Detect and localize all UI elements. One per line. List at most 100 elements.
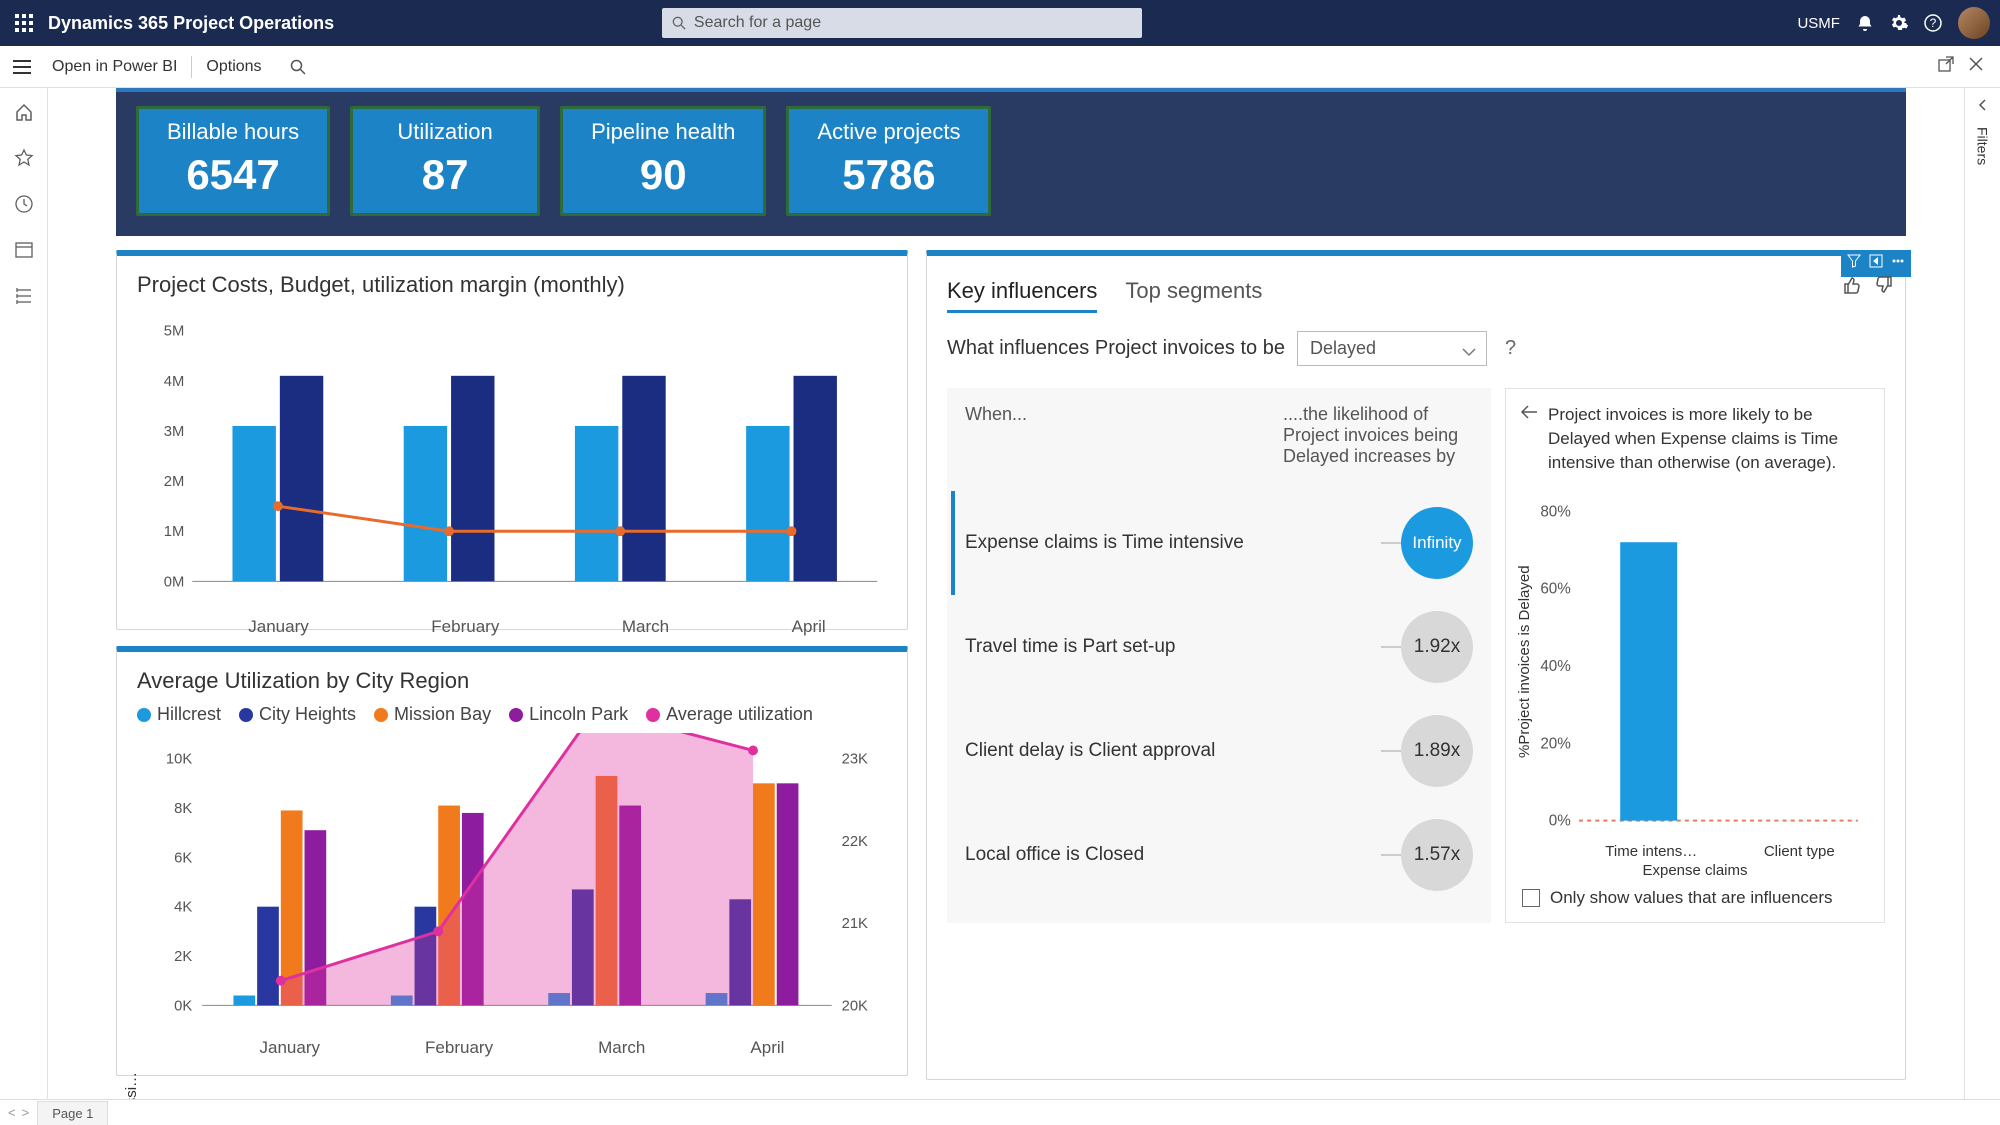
- left-nav: [0, 88, 48, 1099]
- close-icon[interactable]: [1968, 56, 1984, 77]
- svg-text:3M: 3M: [164, 424, 185, 440]
- ki-bubble: Infinity: [1401, 507, 1473, 579]
- tab-top-segments[interactable]: Top segments: [1125, 278, 1262, 313]
- legend-item: City Heights: [239, 704, 356, 725]
- home-icon[interactable]: [12, 100, 36, 124]
- ki-bubble: 1.57x: [1401, 819, 1473, 891]
- ki-influencer-row[interactable]: Travel time is Part set-up 1.92x: [965, 595, 1473, 699]
- company-label[interactable]: USMF: [1797, 15, 1840, 32]
- svg-text:20K: 20K: [842, 998, 868, 1014]
- ki-bubble: 1.92x: [1401, 611, 1473, 683]
- thumbs-down-icon[interactable]: [1873, 274, 1895, 301]
- x-tick: January: [260, 1038, 320, 1058]
- svg-text:2K: 2K: [174, 949, 192, 965]
- app-title: Dynamics 365 Project Operations: [48, 13, 334, 34]
- hamburger-icon[interactable]: [6, 60, 38, 74]
- thumbs-up-icon[interactable]: [1841, 274, 1863, 301]
- kpi-utilization[interactable]: Utilization87: [350, 106, 540, 216]
- svg-text:23K: 23K: [842, 752, 868, 768]
- focus-icon[interactable]: [1869, 254, 1883, 273]
- ki-bubble: 1.89x: [1401, 715, 1473, 787]
- svg-text:6K: 6K: [174, 850, 192, 866]
- legend-item: Average utilization: [646, 704, 813, 725]
- legend-item: Lincoln Park: [509, 704, 628, 725]
- kpi-active-projects[interactable]: Active projects5786: [786, 106, 991, 216]
- options-button[interactable]: Options: [192, 46, 275, 87]
- only-influencers-checkbox[interactable]: [1522, 889, 1540, 907]
- svg-text:10K: 10K: [166, 752, 192, 768]
- filters-pane-collapsed: Filters: [1964, 88, 2000, 1099]
- filters-label[interactable]: Filters: [1975, 127, 1991, 165]
- ki-influencer-row[interactable]: Local office is Closed 1.57x: [965, 803, 1473, 907]
- legend-item: Hillcrest: [137, 704, 221, 725]
- page-tabs: < > Page 1: [0, 1099, 2000, 1125]
- key-influencers-visual[interactable]: Key influencers Top segments What influe…: [926, 250, 1906, 1080]
- svg-text:5M: 5M: [164, 324, 185, 340]
- chart2-svg: 0K 2K 4K 6K 8K 10K 20K 21K 22K 23K: [137, 733, 887, 1033]
- star-icon[interactable]: [12, 146, 36, 170]
- command-bar: Open in Power BI Options: [0, 46, 2000, 88]
- user-avatar[interactable]: [1958, 7, 1990, 39]
- svg-text:40%: 40%: [1540, 658, 1571, 675]
- ki-detail-panel: Project invoices is more likely to be De…: [1505, 388, 1885, 923]
- chart-costs-budget[interactable]: Project Costs, Budget, utilization margi…: [116, 250, 908, 630]
- expand-filters-icon[interactable]: [1976, 98, 1990, 117]
- ki-influencers-list: When.......the likelihood of Project inv…: [947, 388, 1491, 923]
- gear-icon[interactable]: [1890, 14, 1908, 32]
- page-tab-1[interactable]: Page 1: [37, 1101, 108, 1125]
- svg-text:80%: 80%: [1540, 504, 1571, 521]
- kpi-pipeline-health[interactable]: Pipeline health90: [560, 106, 766, 216]
- next-page-icon[interactable]: >: [22, 1105, 30, 1120]
- ki-target-dropdown[interactable]: Delayed: [1297, 331, 1487, 366]
- notifications-icon[interactable]: [1856, 14, 1874, 32]
- x-tick: April: [750, 1038, 784, 1058]
- open-in-power-bi[interactable]: Open in Power BI: [38, 46, 191, 87]
- popout-icon[interactable]: [1938, 56, 1954, 77]
- svg-text:2M: 2M: [164, 474, 185, 490]
- global-header: Dynamics 365 Project Operations Search f…: [0, 0, 2000, 46]
- help-icon[interactable]: ?: [1505, 337, 1516, 360]
- svg-text:?: ?: [1930, 16, 1937, 30]
- cmdbar-search-icon[interactable]: [276, 46, 320, 87]
- ki-influencer-row[interactable]: Client delay is Client approval 1.89x: [965, 699, 1473, 803]
- x-tick: April: [792, 617, 826, 637]
- global-search[interactable]: Search for a page: [662, 8, 1142, 38]
- kpi-billable-hours[interactable]: Billable hours6547: [136, 106, 330, 216]
- report-canvas: Billable hours6547 Utilization87 Pipelin…: [48, 88, 1964, 1099]
- modules-icon[interactable]: [12, 284, 36, 308]
- svg-text:0M: 0M: [164, 574, 185, 590]
- x-tick: February: [425, 1038, 493, 1058]
- svg-text:22K: 22K: [842, 834, 868, 850]
- ki-tabs: Key influencers Top segments: [947, 278, 1885, 313]
- x-tick: Time intens…: [1605, 843, 1697, 860]
- x-tick: February: [431, 617, 499, 637]
- x-tick: Client type: [1764, 843, 1835, 860]
- x-tick: March: [622, 617, 669, 637]
- tab-key-influencers[interactable]: Key influencers: [947, 278, 1097, 313]
- prev-page-icon[interactable]: <: [8, 1105, 16, 1120]
- ki-influencer-row[interactable]: Expense claims is Time intensive Infinit…: [951, 491, 1473, 595]
- x-tick: March: [598, 1038, 645, 1058]
- svg-text:0K: 0K: [174, 998, 192, 1014]
- svg-text:60%: 60%: [1540, 581, 1571, 598]
- ki-question: What influences Project invoices to be D…: [947, 331, 1885, 366]
- search-icon: [672, 16, 686, 30]
- filter-icon[interactable]: [1847, 254, 1861, 273]
- ki-checkbox-row: Only show values that are influencers: [1522, 888, 1868, 908]
- more-icon[interactable]: [1891, 254, 1905, 273]
- y-axis-label: Hillcrest, City Heights, Missi…: [123, 1072, 140, 1099]
- svg-text:20%: 20%: [1540, 736, 1571, 753]
- chart1-svg: 0M1M2M3M4M5M: [137, 308, 887, 608]
- svg-text:4K: 4K: [174, 900, 192, 916]
- back-arrow-icon[interactable]: [1520, 405, 1538, 424]
- chart-legend: HillcrestCity HeightsMission BayLincoln …: [137, 704, 887, 725]
- workspace-icon[interactable]: [12, 238, 36, 262]
- chart-title: Project Costs, Budget, utilization margi…: [137, 272, 887, 298]
- recent-icon[interactable]: [12, 192, 36, 216]
- help-icon[interactable]: ?: [1924, 14, 1942, 32]
- svg-text:8K: 8K: [174, 801, 192, 817]
- search-placeholder: Search for a page: [694, 14, 821, 32]
- svg-text:21K: 21K: [842, 916, 868, 932]
- app-launcher-icon[interactable]: [10, 9, 38, 37]
- chart-utilization-city[interactable]: Average Utilization by City Region Hillc…: [116, 646, 908, 1076]
